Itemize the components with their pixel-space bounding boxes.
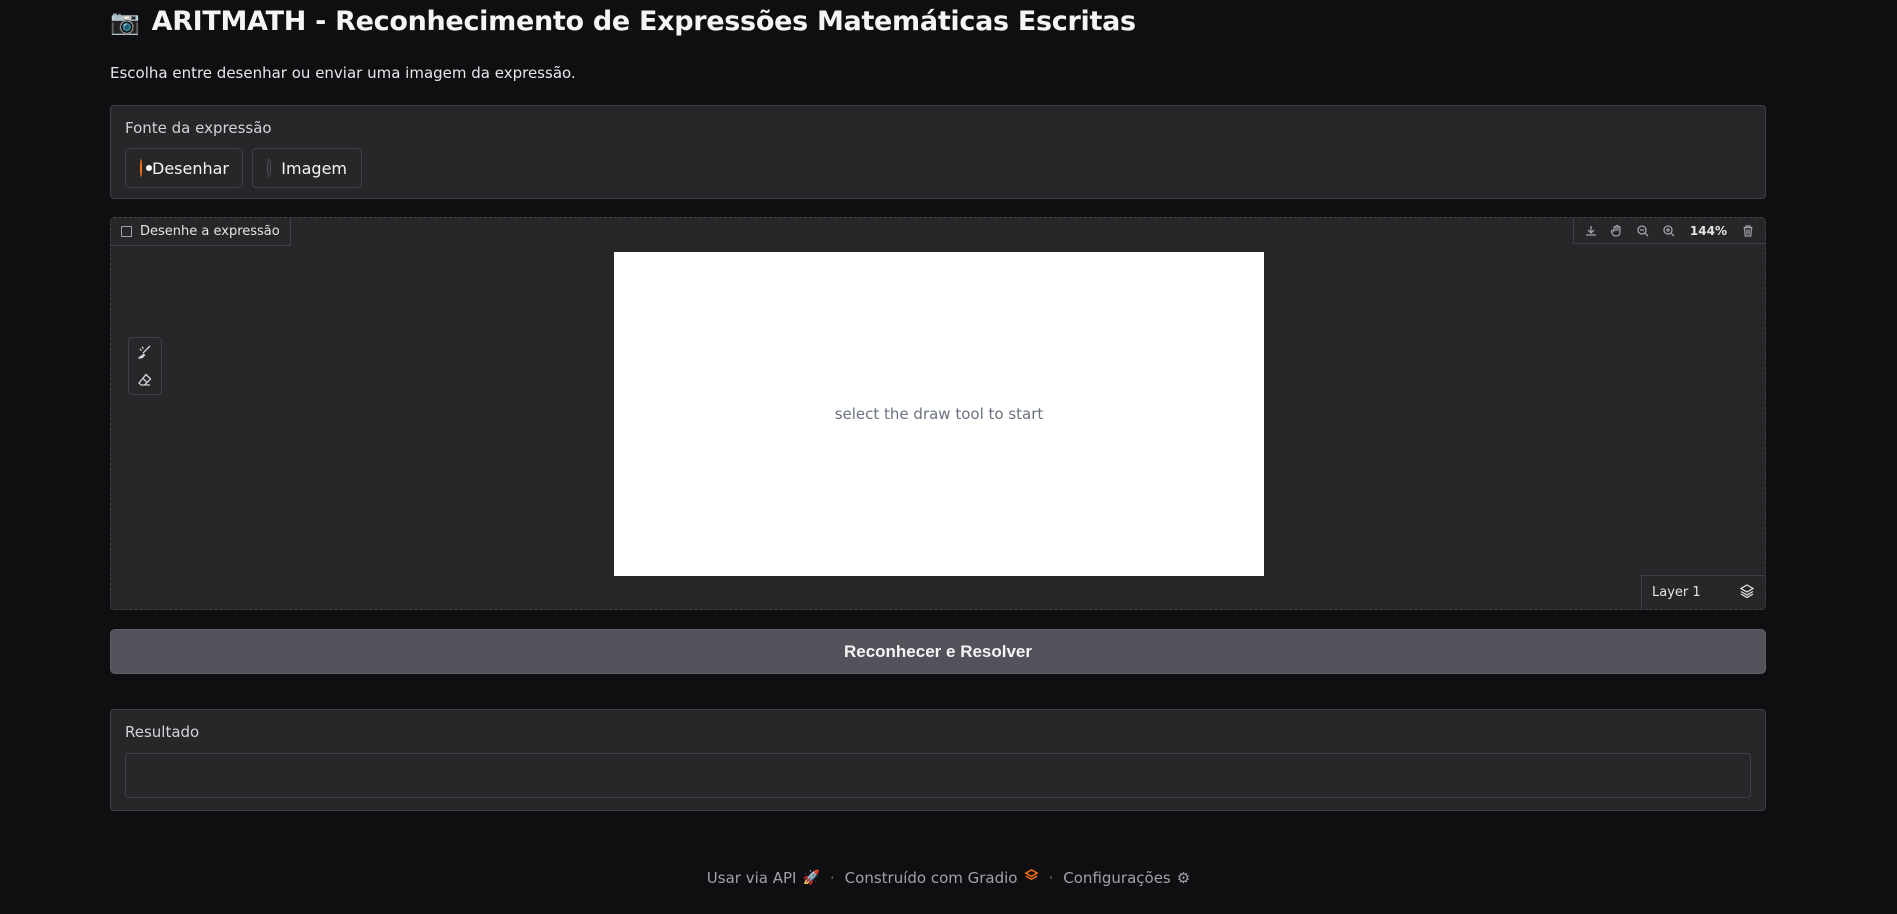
built-with-label: Construído com Gradio bbox=[844, 868, 1018, 887]
gear-icon: ⚙ bbox=[1176, 868, 1191, 887]
brush-icon[interactable] bbox=[134, 341, 156, 363]
sketchpad-label-text: Desenhe a expressão bbox=[140, 224, 280, 239]
radio-option-desenhar[interactable]: Desenhar bbox=[125, 148, 243, 188]
footer-separator: · bbox=[1048, 868, 1054, 887]
layers-icon[interactable] bbox=[1739, 583, 1755, 603]
settings-label: Configurações bbox=[1063, 868, 1171, 887]
zoom-out-icon[interactable] bbox=[1632, 220, 1654, 242]
sketchpad-panel: Desenhe a expressão 144% select the draw… bbox=[110, 217, 1766, 610]
canvas-toolbar: 144% bbox=[1572, 218, 1765, 244]
radio-unchecked-icon[interactable] bbox=[267, 159, 272, 177]
page-subtitle: Escolha entre desenhar ou enviar uma ima… bbox=[110, 64, 576, 82]
zoom-in-icon[interactable] bbox=[1658, 220, 1680, 242]
use-api-link[interactable]: Usar via API 🚀 bbox=[707, 869, 820, 887]
use-api-label: Usar via API bbox=[706, 868, 797, 887]
canvas-hint: select the draw tool to start bbox=[834, 405, 1044, 423]
gradio-link[interactable]: Construído com Gradio bbox=[845, 868, 1039, 887]
zoom-level: 144% bbox=[1689, 223, 1727, 238]
download-icon[interactable] bbox=[1580, 220, 1602, 242]
app-page: 📷 ARITMATH - Reconhecimento de Expressõe… bbox=[0, 0, 1897, 914]
footer: Usar via API 🚀 · Construído com Gradio ·… bbox=[0, 868, 1897, 887]
radio-label-desenhar: Desenhar bbox=[152, 158, 230, 178]
page-title-text: ARITMATH - Reconhecimento de Expressões … bbox=[151, 6, 1136, 37]
eraser-icon[interactable] bbox=[134, 369, 156, 391]
image-icon bbox=[121, 226, 132, 237]
layer-label: Layer 1 bbox=[1652, 585, 1701, 600]
source-label: Fonte da expressão bbox=[125, 119, 272, 137]
layer-selector[interactable]: Layer 1 bbox=[1641, 575, 1765, 609]
sketchpad-label: Desenhe a expressão bbox=[111, 218, 291, 246]
rocket-icon: 🚀 bbox=[802, 869, 820, 886]
page-title: 📷 ARITMATH - Reconhecimento de Expressõe… bbox=[110, 6, 1136, 37]
result-panel: Resultado bbox=[110, 709, 1766, 811]
footer-separator: · bbox=[829, 868, 835, 887]
trash-icon[interactable] bbox=[1737, 220, 1759, 242]
result-output[interactable] bbox=[125, 753, 1751, 798]
drawing-tools bbox=[128, 337, 162, 395]
drawing-canvas[interactable]: select the draw tool to start bbox=[614, 252, 1264, 576]
recognize-solve-button[interactable]: Reconhecer e Resolver bbox=[110, 629, 1766, 674]
radio-label-imagem: Imagem bbox=[281, 158, 347, 178]
radio-option-imagem[interactable]: Imagem bbox=[252, 148, 362, 188]
gradio-logo-icon bbox=[1023, 868, 1039, 887]
result-label: Resultado bbox=[125, 723, 200, 741]
camera-icon: 📷 bbox=[110, 7, 140, 36]
settings-link[interactable]: Configurações ⚙ bbox=[1063, 869, 1190, 887]
hand-pan-icon[interactable] bbox=[1606, 220, 1628, 242]
radio-checked-icon[interactable] bbox=[140, 159, 152, 177]
source-selector-panel: Fonte da expressão Desenhar Imagem bbox=[110, 105, 1766, 199]
